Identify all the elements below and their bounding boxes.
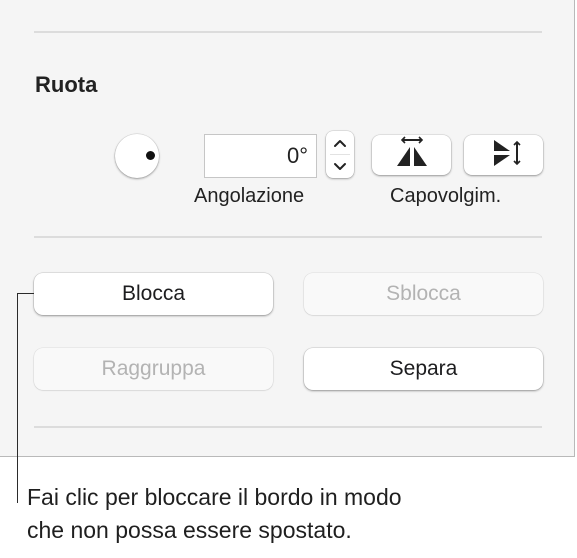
flip-label: Capovolgim. bbox=[390, 185, 502, 207]
lock-button[interactable]: Blocca bbox=[34, 273, 273, 315]
angle-input[interactable]: 0° bbox=[204, 134, 317, 178]
angle-stepper[interactable] bbox=[326, 131, 354, 178]
bottom-divider bbox=[34, 426, 542, 428]
top-divider bbox=[34, 31, 542, 33]
flip-vertical-icon bbox=[484, 136, 524, 175]
callout-caption-line-2: che non possa essere spostato. bbox=[27, 517, 352, 543]
callout-caption-line-1: Fai clic per bloccare il bordo in modo bbox=[27, 484, 402, 510]
middle-divider bbox=[34, 236, 542, 238]
rotation-dial-indicator bbox=[146, 151, 155, 160]
callout-leader-tick bbox=[17, 293, 34, 294]
flip-vertical-button[interactable] bbox=[464, 135, 543, 175]
callout-leader-line bbox=[17, 293, 18, 503]
unlock-button[interactable]: Sblocca bbox=[304, 273, 543, 315]
ungroup-button[interactable]: Separa bbox=[304, 348, 543, 390]
group-button[interactable]: Raggruppa bbox=[34, 348, 273, 390]
flip-horizontal-button[interactable] bbox=[372, 135, 451, 175]
arrange-inspector-panel: Ruota 0° Angolazione Capovolgim. Blocca … bbox=[0, 0, 575, 457]
chevron-up-icon[interactable] bbox=[326, 131, 354, 154]
callout-caption: Fai clic per bloccare il bordo in modo c… bbox=[27, 481, 567, 547]
angle-label: Angolazione bbox=[194, 185, 305, 207]
chevron-down-icon[interactable] bbox=[326, 155, 354, 178]
rotation-dial-icon[interactable] bbox=[115, 134, 159, 178]
rotate-section-title: Ruota bbox=[35, 72, 98, 97]
flip-horizontal-icon bbox=[392, 135, 432, 175]
